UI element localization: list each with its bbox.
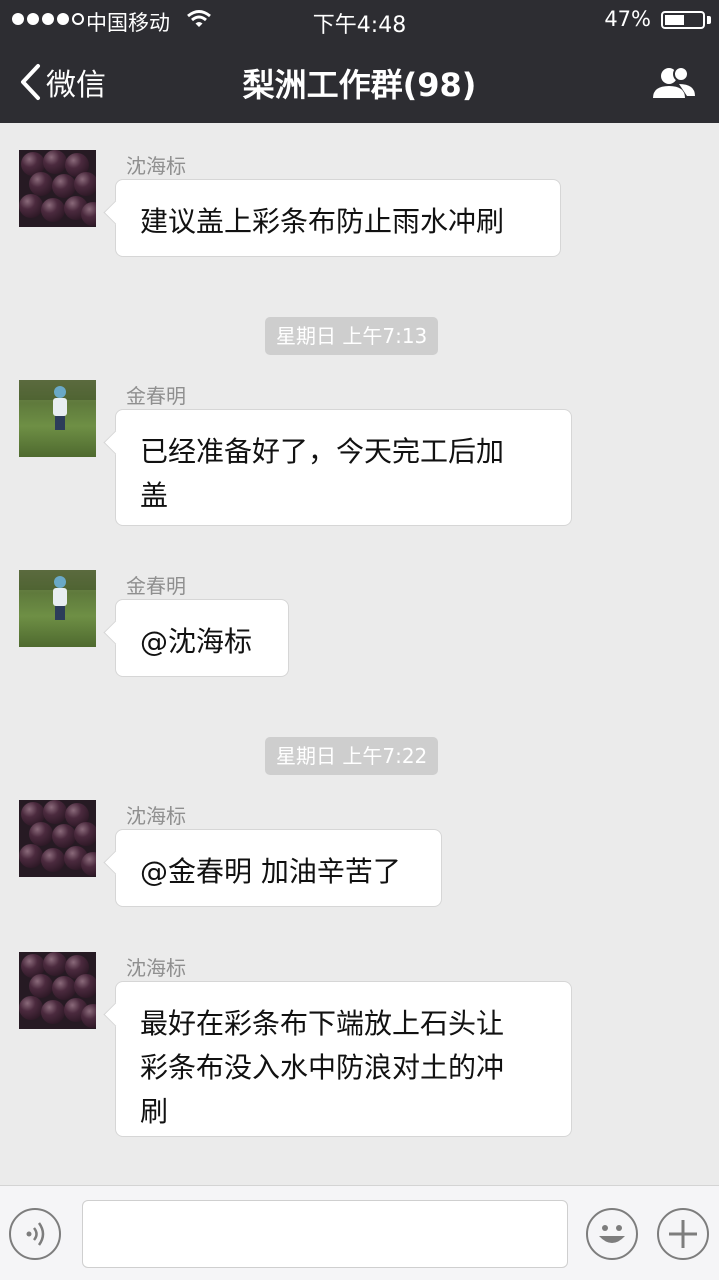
- message-bubble[interactable]: 已经准备好了，今天完工后加 盖: [115, 409, 572, 526]
- header: 中国移动 下午4:48 47% 微信 梨洲工作群(98): [0, 0, 719, 123]
- message-text: @沈海标: [140, 625, 253, 658]
- voice-icon: [26, 1222, 45, 1246]
- emoji-icon: [599, 1225, 625, 1243]
- message-text: 刷: [140, 1095, 169, 1128]
- message-text: 彩条布没入水中防浪对土的冲: [140, 1051, 505, 1084]
- group-members-icon[interactable]: [649, 66, 697, 100]
- sender-name: 沈海标: [126, 154, 186, 178]
- avatar[interactable]: [19, 952, 96, 1029]
- timestamp: 星期日 上午7:13: [265, 317, 439, 355]
- plus-icon: [669, 1220, 697, 1248]
- message-text: 建议盖上彩条布防止雨水冲刷: [140, 205, 505, 238]
- more-button[interactable]: [657, 1208, 709, 1260]
- avatar[interactable]: [19, 800, 96, 877]
- message-bubble[interactable]: 最好在彩条布下端放上石头让 彩条布没入水中防浪对土的冲 刷: [115, 981, 572, 1137]
- message-bubble[interactable]: @沈海标: [115, 599, 289, 677]
- status-bar: 中国移动 下午4:48 47%: [0, 0, 719, 40]
- chat-title: 梨洲工作群(98): [242, 66, 477, 104]
- timestamp: 星期日 上午7:22: [265, 737, 439, 775]
- message-bubble[interactable]: 建议盖上彩条布防止雨水冲刷: [115, 179, 561, 257]
- sender-name: 沈海标: [126, 956, 186, 980]
- emoji-button[interactable]: [586, 1208, 638, 1260]
- message-text: 最好在彩条布下端放上石头让: [140, 1007, 505, 1040]
- avatar[interactable]: [19, 380, 96, 457]
- battery-icon: [661, 11, 705, 29]
- avatar[interactable]: [19, 150, 96, 227]
- message-input[interactable]: [82, 1200, 568, 1268]
- battery-tip: [707, 16, 711, 24]
- voice-button[interactable]: [9, 1208, 61, 1260]
- avatar[interactable]: [19, 570, 96, 647]
- message-bubble[interactable]: @金春明 加油辛苦了: [115, 829, 442, 907]
- sender-name: 金春明: [126, 384, 186, 408]
- message-list[interactable]: 沈海标 建议盖上彩条布防止雨水冲刷 星期日 上午7:13 金春明 已经准备好了，…: [0, 123, 719, 1185]
- input-bar: [0, 1185, 719, 1280]
- battery-percent: 47%: [604, 7, 651, 31]
- navigation-bar: 微信 梨洲工作群(98): [0, 40, 719, 123]
- message-text: 已经准备好了，今天完工后加: [140, 435, 505, 468]
- sender-name: 金春明: [126, 574, 186, 598]
- message-text: 盖: [140, 479, 169, 512]
- sender-name: 沈海标: [126, 804, 186, 828]
- message-text: @金春明 加油辛苦了: [140, 855, 401, 888]
